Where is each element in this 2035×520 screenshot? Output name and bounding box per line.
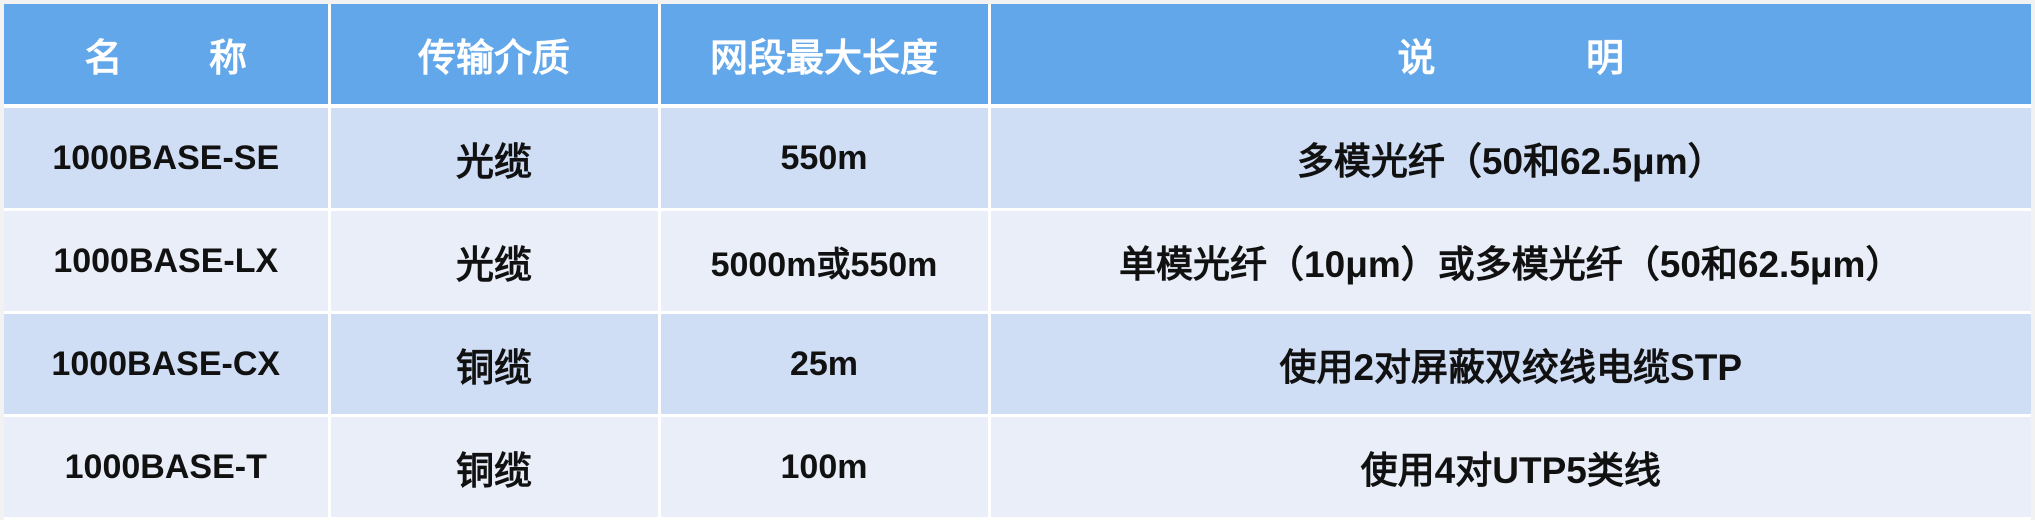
cell-description: 单模光纤（10μm）或多模光纤（50和62.5μm） xyxy=(989,209,2031,314)
table-row: 1000BASE-SE 光缆 550m 多模光纤（50和62.5μm） xyxy=(4,106,2031,211)
header-description: 说 明 xyxy=(989,4,2031,108)
header-medium: 传输介质 xyxy=(329,4,661,108)
cell-description: 使用4对UTP5类线 xyxy=(989,415,2031,520)
table-row: 1000BASE-CX 铜缆 25m 使用2对屏蔽双绞线电缆STP xyxy=(4,312,2031,417)
table-row: 1000BASE-T 铜缆 100m 使用4对UTP5类线 xyxy=(4,415,2031,520)
cell-medium: 铜缆 xyxy=(329,415,661,520)
ethernet-standards-table: 名 称 传输介质 网段最大长度 说 明 1000BASE-SE 光缆 550m … xyxy=(4,4,2031,520)
cell-medium: 光缆 xyxy=(329,209,661,314)
cell-name: 1000BASE-CX xyxy=(4,312,331,417)
cell-medium: 光缆 xyxy=(329,106,661,211)
cell-max-length: 100m xyxy=(659,415,991,520)
cell-max-length: 5000m或550m xyxy=(659,209,991,314)
cell-description: 多模光纤（50和62.5μm） xyxy=(989,106,2031,211)
ethernet-standards-table-container: 名 称 传输介质 网段最大长度 说 明 1000BASE-SE 光缆 550m … xyxy=(4,4,2031,520)
cell-name: 1000BASE-SE xyxy=(4,106,331,211)
cell-name: 1000BASE-T xyxy=(4,415,331,520)
cell-max-length: 550m xyxy=(659,106,991,211)
cell-max-length: 25m xyxy=(659,312,991,417)
table-row: 1000BASE-LX 光缆 5000m或550m 单模光纤（10μm）或多模光… xyxy=(4,209,2031,314)
cell-description: 使用2对屏蔽双绞线电缆STP xyxy=(989,312,2031,417)
table-header-row: 名 称 传输介质 网段最大长度 说 明 xyxy=(4,4,2031,108)
header-max-length: 网段最大长度 xyxy=(659,4,991,108)
cell-name: 1000BASE-LX xyxy=(4,209,331,314)
header-name: 名 称 xyxy=(4,4,331,108)
cell-medium: 铜缆 xyxy=(329,312,661,417)
